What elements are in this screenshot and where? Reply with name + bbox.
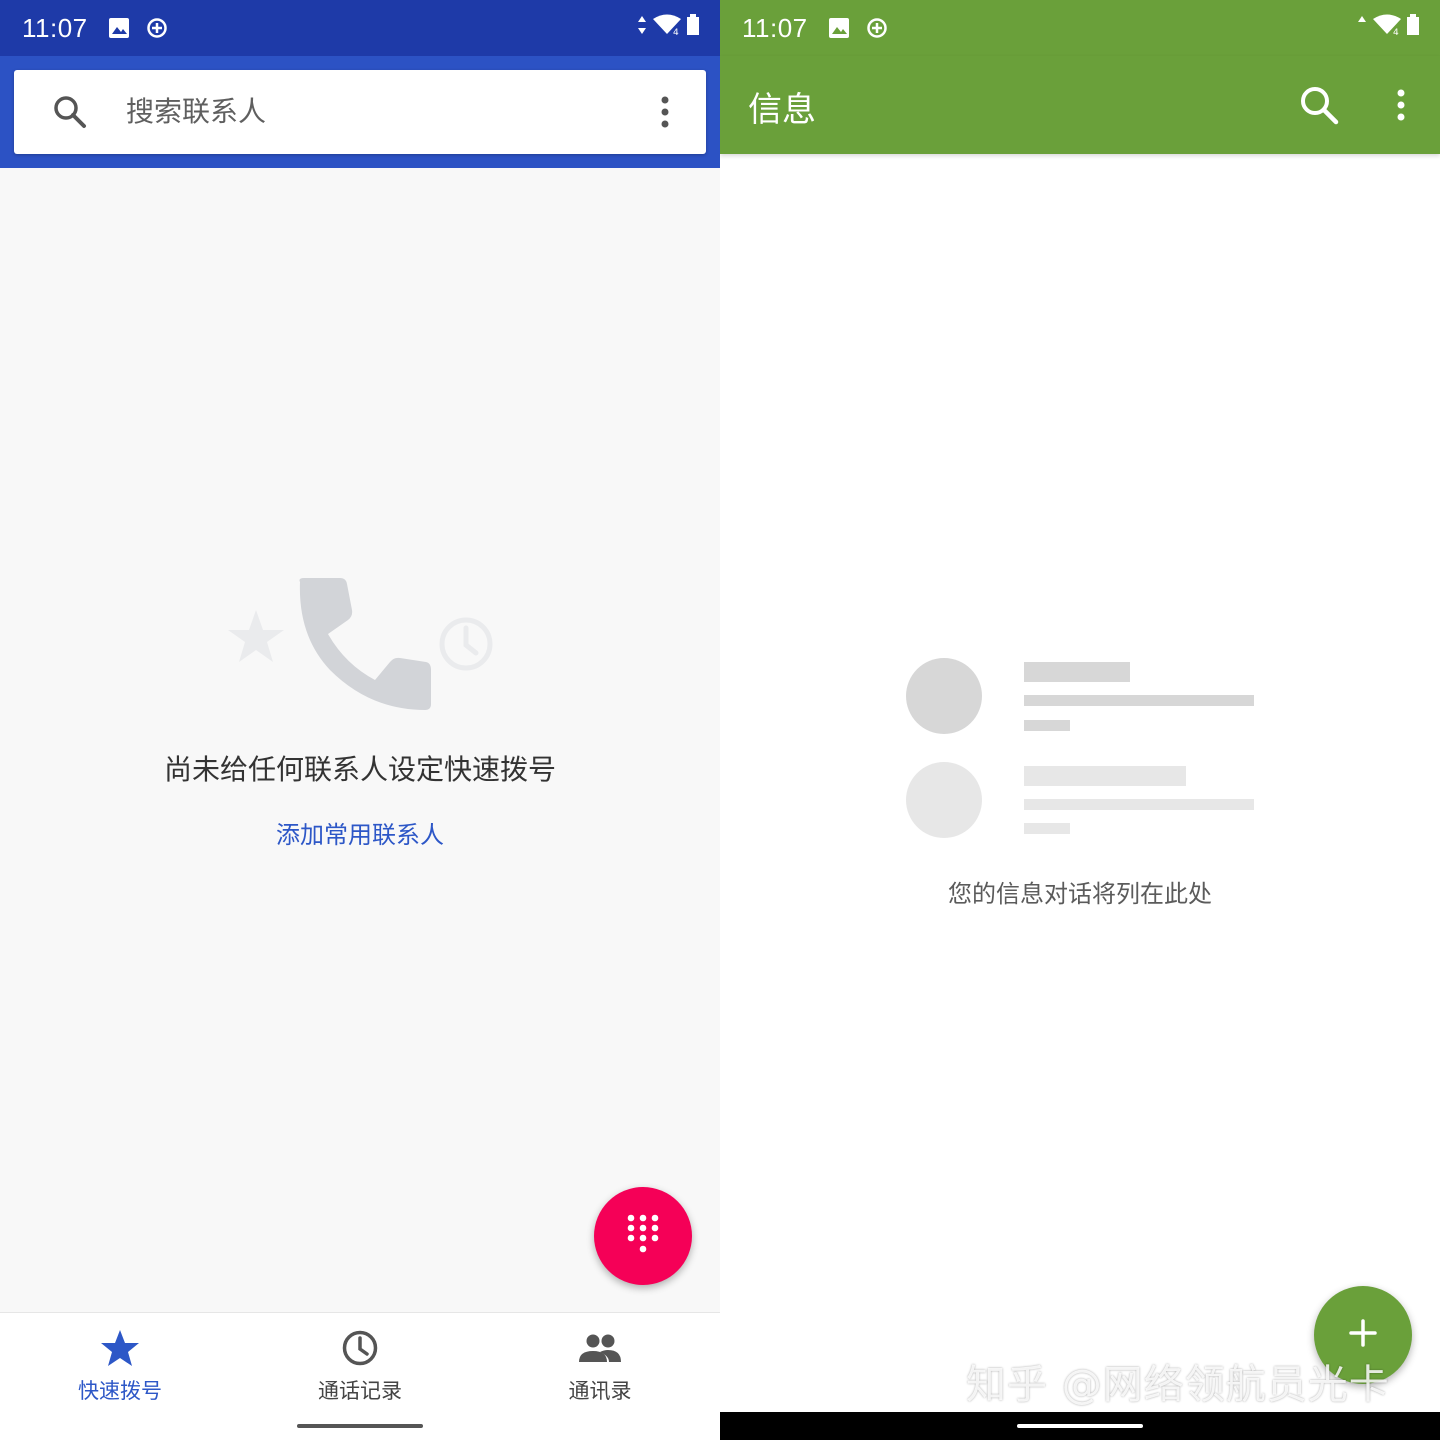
empty-state-title: 尚未给任何联系人设定快速拨号 — [163, 753, 556, 786]
tab-label: 通话记录 — [318, 1379, 402, 1403]
phone-app-pane: 11:07 4 搜索联系人 尚未给任何联系人设定快速拨号 添加常用联系人 快速拨… — [0, 0, 720, 1440]
empty-state-text: 您的信息对话将列在此处 — [948, 880, 1212, 908]
battery-icon — [1406, 14, 1420, 40]
dialpad-icon — [626, 1213, 660, 1259]
dialpad-button[interactable] — [594, 1187, 692, 1285]
watermark: 知乎 @网络领航员光卡 — [966, 1362, 1390, 1408]
star-icon — [100, 1329, 140, 1371]
data-arrows-icon — [1356, 14, 1368, 40]
home-gesture-handle[interactable] — [297, 1424, 423, 1428]
home-gesture-handle[interactable] — [1017, 1424, 1143, 1428]
data-saver-icon — [866, 17, 888, 39]
tab-label: 通讯录 — [568, 1379, 632, 1403]
tab-speed-dial[interactable]: 快速拨号 — [0, 1313, 240, 1412]
conversations-empty-illustration — [906, 658, 1256, 840]
search-bar[interactable]: 搜索联系人 — [14, 70, 706, 154]
svg-text:4: 4 — [1393, 28, 1399, 36]
gesture-navigation-bar — [0, 1412, 720, 1440]
messages-app-pane: 11:07 4 信息 您的信息对话将列在此处 知乎 @网络领航员光卡 — [720, 0, 1440, 1440]
status-time: 11:07 — [742, 12, 808, 43]
image-icon — [828, 17, 850, 39]
search-icon[interactable] — [1298, 84, 1340, 126]
image-icon — [108, 17, 130, 39]
data-arrows-icon — [636, 14, 648, 40]
status-bar: 11:07 4 — [0, 0, 720, 56]
data-saver-icon — [146, 17, 168, 39]
svg-text:4: 4 — [673, 28, 679, 36]
add-favorite-link[interactable]: 添加常用联系人 — [0, 815, 720, 850]
status-time: 11:07 — [22, 12, 88, 43]
tab-contacts[interactable]: 通讯录 — [480, 1313, 720, 1412]
search-input[interactable]: 搜索联系人 — [126, 92, 266, 132]
more-options-icon[interactable] — [650, 92, 680, 132]
search-icon[interactable] — [50, 92, 90, 132]
tab-label: 快速拨号 — [78, 1379, 162, 1403]
clock-icon — [341, 1329, 379, 1371]
messages-app-bar: 信息 — [720, 56, 1440, 154]
people-icon — [578, 1329, 622, 1371]
gesture-navigation-bar — [720, 1412, 1440, 1440]
more-options-icon[interactable] — [1386, 84, 1416, 126]
tab-call-history[interactable]: 通话记录 — [240, 1313, 480, 1412]
wifi-icon: 4 — [1372, 14, 1402, 40]
status-bar: 11:07 4 — [720, 0, 1440, 56]
plus-icon — [1348, 1318, 1378, 1352]
speed-dial-empty-illustration — [220, 570, 510, 720]
bottom-navigation: 快速拨号 通话记录 通讯录 — [0, 1312, 720, 1412]
wifi-icon: 4 — [652, 14, 682, 40]
battery-icon — [686, 14, 700, 40]
page-title: 信息 — [748, 90, 816, 130]
phone-header: 搜索联系人 — [0, 56, 720, 168]
